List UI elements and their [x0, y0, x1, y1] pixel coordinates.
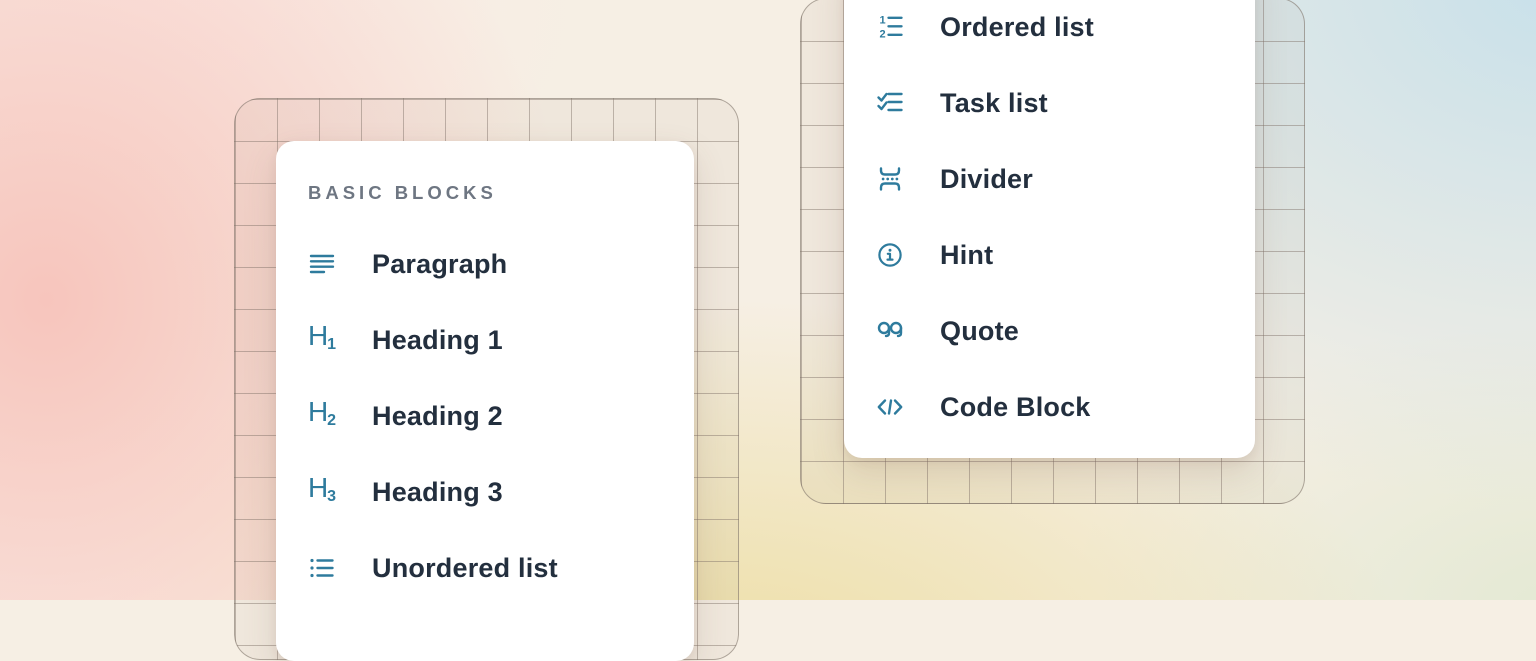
menu-item-divider[interactable]: Divider — [876, 151, 1255, 207]
menu-item-label: Code Block — [940, 392, 1091, 423]
menu-item-ordered-list[interactable]: 1 2 Ordered list — [876, 0, 1255, 55]
heading-1-icon: H1 — [308, 326, 336, 354]
menu-item-label: Divider — [940, 164, 1033, 195]
gradient-background — [0, 0, 1536, 600]
menu-item-label: Task list — [940, 88, 1048, 119]
svg-text:1: 1 — [880, 15, 886, 27]
svg-text:2: 2 — [880, 29, 886, 41]
menu-item-label: Heading 1 — [372, 325, 503, 356]
menu-item-label: Ordered list — [940, 12, 1094, 43]
hint-icon — [876, 241, 904, 269]
code-block-icon — [876, 393, 904, 421]
menu-item-label: Unordered list — [372, 553, 558, 584]
section-label: BASIC BLOCKS — [308, 182, 694, 204]
menu-item-quote[interactable]: Quote — [876, 303, 1255, 359]
menu-item-label: Heading 3 — [372, 477, 503, 508]
menu-item-heading-2[interactable]: H2 Heading 2 — [308, 388, 694, 444]
heading-3-icon: H3 — [308, 478, 336, 506]
heading-2-icon: H2 — [308, 402, 336, 430]
menu-item-heading-3[interactable]: H3 Heading 3 — [308, 464, 694, 520]
menu-item-paragraph[interactable]: Paragraph — [308, 236, 694, 292]
menu-item-hint[interactable]: Hint — [876, 227, 1255, 283]
divider-icon — [876, 165, 904, 193]
menu-item-label: Paragraph — [372, 249, 507, 280]
basic-blocks-menu: BASIC BLOCKS Paragraph H1 Heading 1 H2 H… — [276, 141, 694, 661]
menu-item-unordered-list[interactable]: Unordered list — [308, 540, 694, 596]
menu-item-label: Quote — [940, 316, 1019, 347]
menu-item-label: Heading 2 — [372, 401, 503, 432]
task-list-icon — [876, 89, 904, 117]
menu-item-task-list[interactable]: Task list — [876, 75, 1255, 131]
menu-item-code-block[interactable]: Code Block — [876, 379, 1255, 435]
ordered-list-icon: 1 2 — [876, 13, 904, 41]
quote-icon — [876, 317, 904, 345]
blocks-menu-continued: 1 2 Ordered list Task list — [844, 0, 1255, 458]
menu-item-label: Hint — [940, 240, 993, 271]
menu-item-heading-1[interactable]: H1 Heading 1 — [308, 312, 694, 368]
paragraph-icon — [308, 250, 336, 278]
unordered-list-icon — [308, 554, 336, 582]
